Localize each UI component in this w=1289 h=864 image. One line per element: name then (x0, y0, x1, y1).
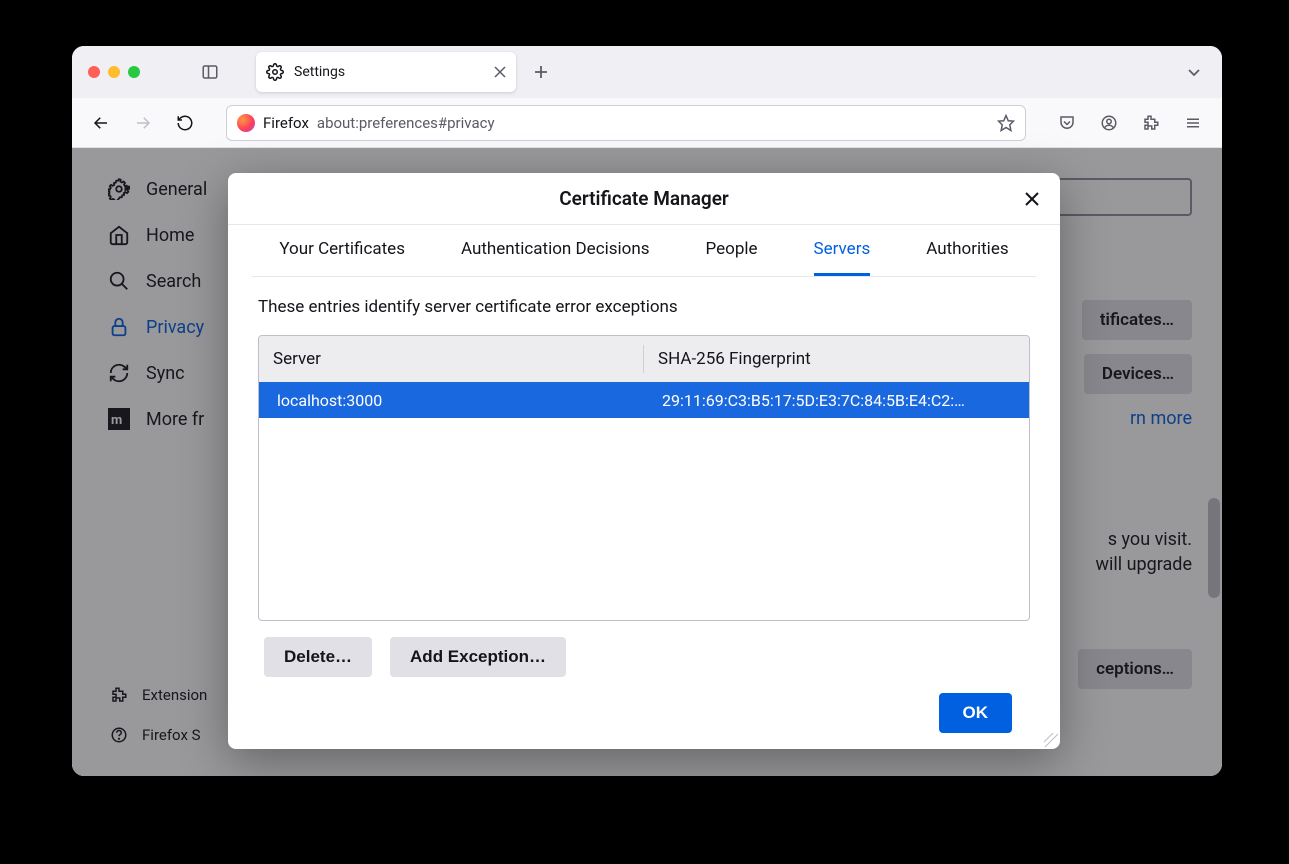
cell-server: localhost:3000 (259, 391, 644, 410)
dialog-description: These entries identify server certificat… (258, 297, 1030, 317)
table-header: Server SHA-256 Fingerprint (259, 336, 1029, 382)
ok-button[interactable]: OK (939, 693, 1013, 733)
tab-title: Settings (294, 64, 484, 80)
tab-servers[interactable]: Servers (814, 239, 871, 276)
dialog-tabs: Your Certificates Authentication Decisio… (252, 225, 1036, 277)
window-zoom-button[interactable] (128, 66, 140, 78)
browser-tab[interactable]: Settings (256, 52, 516, 92)
bookmark-star-button[interactable] (997, 114, 1015, 132)
dialog-title: Certificate Manager (228, 187, 1060, 210)
cell-fingerprint: 29:11:69:C3:B5:17:5D:E3:7C:84:5B:E4:C2:… (644, 391, 1029, 410)
window-minimize-button[interactable] (108, 66, 120, 78)
add-exception-button[interactable]: Add Exception… (390, 637, 566, 677)
dialog-footer: OK (258, 693, 1030, 749)
list-tabs-button[interactable] (1174, 64, 1214, 80)
firefox-logo-icon (237, 114, 255, 132)
tab-people[interactable]: People (706, 239, 758, 276)
new-tab-button[interactable] (524, 65, 558, 79)
forward-button[interactable] (126, 106, 160, 140)
tab-bar: Settings (72, 46, 1222, 98)
tab-your-certificates[interactable]: Your Certificates (279, 239, 405, 276)
app-menu-button[interactable] (1176, 106, 1210, 140)
pocket-button[interactable] (1050, 106, 1084, 140)
table-body: localhost:3000 29:11:69:C3:B5:17:5D:E3:7… (259, 382, 1029, 620)
dialog-header: Certificate Manager (228, 173, 1060, 225)
table-row[interactable]: localhost:3000 29:11:69:C3:B5:17:5D:E3:7… (259, 382, 1029, 418)
tab-authorities[interactable]: Authorities (926, 239, 1008, 276)
resize-grip[interactable] (1044, 733, 1058, 747)
traffic-lights (80, 66, 148, 78)
column-header-fingerprint[interactable]: SHA-256 Fingerprint (644, 349, 1029, 369)
url-bar[interactable]: Firefox about:preferences#privacy (226, 105, 1026, 141)
url-product-label: Firefox (263, 114, 309, 132)
window-close-button[interactable] (88, 66, 100, 78)
dialog-body: These entries identify server certificat… (228, 277, 1060, 749)
reload-button[interactable] (168, 106, 202, 140)
gear-icon (266, 63, 284, 81)
back-button[interactable] (84, 106, 118, 140)
dialog-close-button[interactable] (1020, 187, 1044, 211)
exceptions-table: Server SHA-256 Fingerprint localhost:300… (258, 335, 1030, 621)
certificate-manager-dialog: Certificate Manager Your Certificates Au… (228, 173, 1060, 749)
delete-button[interactable]: Delete… (264, 637, 372, 677)
tab-authentication-decisions[interactable]: Authentication Decisions (461, 239, 650, 276)
column-header-server[interactable]: Server (259, 345, 644, 373)
sidebar-toggle-button[interactable] (196, 58, 224, 86)
account-button[interactable] (1092, 106, 1126, 140)
url-path: about:preferences#privacy (317, 114, 495, 132)
extensions-button[interactable] (1134, 106, 1168, 140)
tab-close-button[interactable] (494, 66, 506, 78)
navigation-toolbar: Firefox about:preferences#privacy (72, 98, 1222, 148)
dialog-actions: Delete… Add Exception… (258, 637, 1030, 693)
